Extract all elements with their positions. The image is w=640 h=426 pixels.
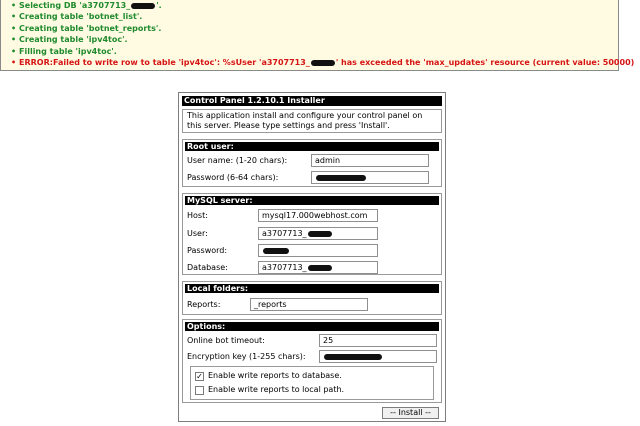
bullet-icon: • (11, 12, 17, 21)
section-title-root: Root user: (185, 142, 439, 151)
section-mysql: MySQL server: Host: mysql17.000webhost.c… (182, 193, 442, 275)
mysql-password-input[interactable] (258, 244, 378, 257)
installer-title: Control Panel 1.2.10.1 Installer (182, 96, 442, 106)
redacted-text (324, 353, 382, 360)
installer-panel: Control Panel 1.2.10.1 Installer This ap… (178, 92, 446, 422)
report-options-group: ✓ Enable write reports to database. Enab… (190, 366, 434, 400)
section-title-mysql: MySQL server: (185, 196, 439, 205)
log-line-select-db: • Selecting DB 'a3707713_ '. (11, 1, 162, 10)
mysql-user-input[interactable]: a3707713_ (258, 227, 378, 240)
redacted-text (307, 264, 332, 271)
timeout-input[interactable]: 25 (319, 334, 437, 347)
installer-intro: This application install and configure y… (182, 109, 442, 133)
log-line-ipv4toc: • Creating table 'ipv4toc'. (11, 35, 128, 44)
username-label: User name: (1-20 chars): (187, 156, 288, 165)
bullet-icon: • (11, 58, 17, 67)
encryption-key-label: Encryption key (1-255 chars): (187, 352, 306, 361)
redacted-text (131, 2, 156, 9)
checkmark-icon: ✓ (196, 372, 203, 381)
section-title-options: Options: (185, 322, 439, 331)
database-input[interactable]: a3707713_ (258, 261, 378, 274)
section-local-folders: Local folders: Reports: _reports (182, 281, 442, 315)
log-line-fill-ipv4toc: • Filling table 'ipv4toc'. (11, 47, 117, 56)
section-options: Options: Online bot timeout: 25 Encrypti… (182, 319, 442, 403)
encryption-key-input[interactable] (319, 350, 437, 363)
install-button[interactable]: -- Install -- (382, 407, 439, 419)
section-title-local: Local folders: (185, 284, 439, 293)
timeout-label: Online bot timeout: (187, 336, 265, 345)
redacted-text (307, 230, 332, 237)
log-line-botnet-reports: • Creating table 'botnet_reports'. (11, 24, 162, 33)
section-root-user: Root user: User name: (1-20 chars): admi… (182, 139, 442, 187)
mysql-password-label: Password: (187, 246, 228, 255)
write-local-label: Enable write reports to local path. (208, 385, 345, 394)
password-input[interactable] (311, 171, 429, 184)
write-db-label: Enable write reports to database. (208, 371, 342, 380)
host-label: Host: (187, 211, 208, 220)
reports-label: Reports: (187, 300, 221, 309)
log-line-error: • ERROR:Failed to write row to table 'ipv… (11, 58, 635, 67)
password-label: Password (6-64 chars): (187, 173, 279, 182)
install-log: • Selecting DB 'a3707713_ '. • Creating tab… (0, 0, 634, 71)
write-local-checkbox[interactable] (195, 386, 204, 395)
log-line-botnet-list: • Creating table 'botnet_list'. (11, 12, 143, 21)
redacted-text (263, 247, 289, 254)
bullet-icon: • (11, 35, 17, 44)
bullet-icon: • (11, 1, 17, 10)
write-db-checkbox[interactable]: ✓ (195, 372, 204, 381)
host-input[interactable]: mysql17.000webhost.com (258, 209, 378, 222)
redacted-text (316, 174, 366, 181)
reports-input[interactable]: _reports (250, 298, 368, 311)
bullet-icon: • (11, 24, 17, 33)
username-input[interactable]: admin (311, 154, 429, 167)
redacted-text (310, 59, 335, 66)
bullet-icon: • (11, 47, 17, 56)
mysql-user-label: User: (187, 229, 208, 238)
database-label: Database: (187, 263, 228, 272)
